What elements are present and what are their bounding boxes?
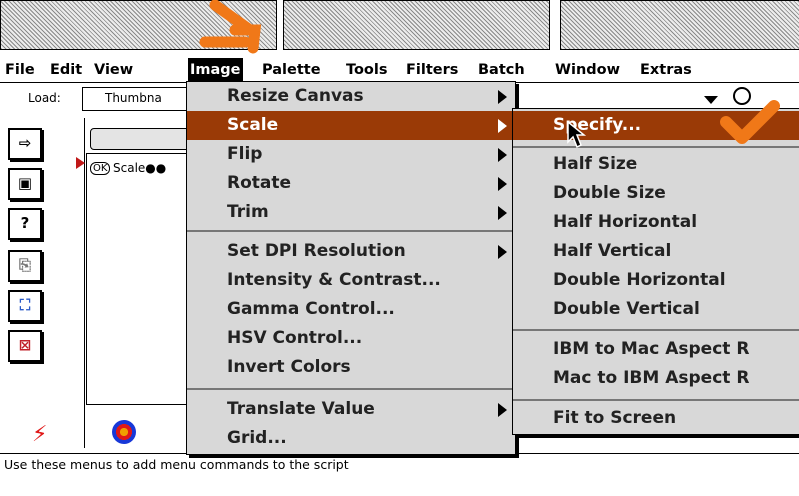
menu-tools[interactable]: Tools [346, 58, 388, 82]
page-icon[interactable]: ⎘ [8, 250, 42, 282]
menu-item-trim[interactable]: Trim [187, 198, 515, 227]
submenu-arrow-icon [498, 148, 507, 162]
target-icon[interactable] [112, 420, 136, 444]
submenu-item-fit-to-screen[interactable]: Fit to Screen [513, 404, 799, 433]
status-text: Use these menus to add menu commands to … [4, 457, 349, 472]
submenu-arrow-icon [498, 90, 507, 104]
script-pointer-icon [76, 157, 85, 169]
menu-item-grid[interactable]: Grid... [187, 424, 515, 453]
menu-window[interactable]: Window [555, 58, 620, 82]
image-menu: Resize Canvas Scale Flip Rotate Trim Set… [186, 81, 516, 455]
tool-column: ⇨ ▣ ? ⎘ ⛶ ⊠ [0, 118, 85, 448]
menu-separator [513, 329, 799, 331]
menu-item-intensity-contrast[interactable]: Intensity & Contrast... [187, 266, 515, 295]
help-icon[interactable]: ? [8, 208, 42, 240]
cursor-icon [567, 120, 587, 149]
chevron-down-icon[interactable] [704, 96, 718, 104]
submenu-item-double-vertical[interactable]: Double Vertical [513, 295, 799, 324]
menu-item-translate-value[interactable]: Translate Value [187, 395, 515, 424]
menu-filters[interactable]: Filters [406, 58, 458, 82]
menu-item-flip[interactable]: Flip [187, 140, 515, 169]
menu-item-hsv-control[interactable]: HSV Control... [187, 324, 515, 353]
checkmark-annotation-icon [720, 100, 780, 144]
menu-palette[interactable]: Palette [262, 58, 321, 82]
load-field-value: Thumbna [105, 91, 162, 105]
menu-item-scale[interactable]: Scale [187, 111, 515, 140]
ok-badge: OK [90, 162, 111, 175]
menu-item-rotate[interactable]: Rotate [187, 169, 515, 198]
script-list[interactable]: OK Scale●● [86, 153, 200, 405]
load-label: Load: [28, 91, 61, 105]
menu-item-resize-canvas[interactable]: Resize Canvas [187, 82, 515, 111]
submenu-item-double-size[interactable]: Double Size [513, 179, 799, 208]
lightning-icon[interactable]: ⚡ [32, 422, 47, 447]
submenu-arrow-icon [498, 177, 507, 191]
submenu-item-mac-to-ibm[interactable]: Mac to IBM Aspect R [513, 364, 799, 393]
menu-image[interactable]: Image [188, 58, 243, 82]
scale-submenu: Specify... Half Size Double Size Half Ho… [512, 108, 799, 435]
annotation-arrow-icon [199, 0, 262, 54]
menu-item-gamma-control[interactable]: Gamma Control... [187, 295, 515, 324]
save-icon[interactable]: ▣ [8, 168, 42, 200]
submenu-item-half-horizontal[interactable]: Half Horizontal [513, 208, 799, 237]
submenu-item-half-vertical[interactable]: Half Vertical [513, 237, 799, 266]
menu-edit[interactable]: Edit [50, 58, 82, 82]
submenu-arrow-icon [498, 119, 507, 133]
submenu-item-half-size[interactable]: Half Size [513, 150, 799, 179]
open-icon[interactable]: ⇨ [8, 128, 42, 160]
fit-icon[interactable]: ⛶ [8, 290, 42, 322]
submenu-item-ibm-to-mac[interactable]: IBM to Mac Aspect R [513, 335, 799, 364]
status-bar: Use these menus to add menu commands to … [0, 453, 799, 496]
menu-separator [513, 399, 799, 401]
window-titlebar-middle [283, 0, 550, 50]
menu-item-invert-colors[interactable]: Invert Colors [187, 353, 515, 382]
script-step[interactable]: Scale●● [113, 161, 166, 175]
submenu-arrow-icon [498, 403, 507, 417]
load-field[interactable]: Thumbna [82, 87, 194, 111]
delete-icon[interactable]: ⊠ [8, 330, 42, 362]
menu-file[interactable]: File [5, 58, 35, 82]
submenu-arrow-icon [498, 245, 507, 259]
menu-extras[interactable]: Extras [640, 58, 692, 82]
submenu-arrow-icon [498, 206, 507, 220]
menu-batch[interactable]: Batch [478, 58, 525, 82]
window-titlebar-right [560, 0, 799, 50]
menu-separator [187, 388, 515, 390]
submenu-item-double-horizontal[interactable]: Double Horizontal [513, 266, 799, 295]
menu-view[interactable]: View [94, 58, 133, 82]
menu-bar: File Edit View Image Palette Tools Filte… [0, 58, 799, 83]
menu-separator [187, 230, 515, 232]
menu-item-set-dpi[interactable]: Set DPI Resolution [187, 237, 515, 266]
